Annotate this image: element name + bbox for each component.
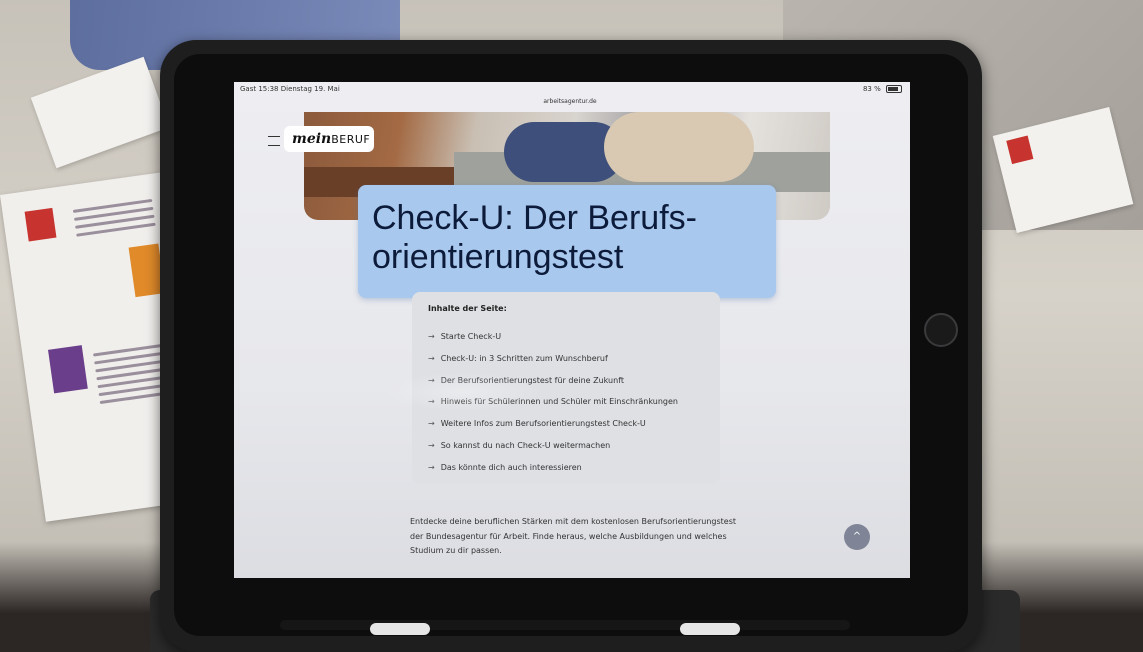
- logo-beruf: BERUF: [331, 133, 371, 146]
- toc-heading: Inhalte der Seite:: [428, 304, 507, 313]
- chevron-up-icon: ^: [852, 531, 862, 542]
- battery-icon: [886, 85, 902, 93]
- flyer-red-block: [24, 207, 57, 242]
- screen-glare: [384, 372, 544, 412]
- intro-paragraph: Entdecke deine beruflichen Stärken mit d…: [410, 517, 737, 555]
- toc-item[interactable]: → Das könnte dich auch interessieren: [428, 457, 718, 479]
- arrow-icon: →: [428, 332, 435, 341]
- hero-person: [604, 112, 754, 182]
- case-slot: [370, 623, 430, 635]
- arrow-icon: →: [428, 353, 435, 363]
- status-bar: Gast 15:38 Dienstag 19. Mai 83 %: [234, 82, 910, 96]
- status-time: Gast 15:38 Dienstag 19. Mai: [240, 85, 340, 93]
- status-indicators: 83 %: [863, 82, 902, 96]
- address-bar[interactable]: arbeitsagentur.de: [530, 96, 610, 107]
- hamburger-icon[interactable]: [268, 136, 280, 146]
- arrow-icon: →: [428, 419, 435, 429]
- toc-item[interactable]: → So kannst du nach Check-U weitermachen: [428, 435, 718, 457]
- logo-mein: mein: [292, 131, 332, 147]
- page-title: Check-U: Der Berufs-orientierungstest: [372, 199, 697, 276]
- battery-percent: 83 %: [862, 85, 881, 93]
- toc-item-label: So kannst du nach Check-U weitermachen: [440, 440, 611, 450]
- tablet-screen: Gast 15:38 Dienstag 19. Mai 83 % arbeits…: [234, 82, 910, 578]
- title-card: Check-U: Der Berufs-orientierungstest: [358, 185, 776, 298]
- case-slot: [680, 623, 740, 635]
- flyer-text-lines: [72, 194, 156, 242]
- arrow-icon: →: [428, 462, 435, 472]
- home-button[interactable]: [924, 313, 958, 347]
- toc-item-label: Das könnte dich auch interessieren: [440, 462, 582, 472]
- flyer-red-block: [1006, 135, 1034, 165]
- toc-item[interactable]: → Starte Check-U: [428, 326, 718, 348]
- logo-meinberuf[interactable]: meinBERUF: [284, 126, 374, 152]
- toc-item[interactable]: → Weitere Infos zum Berufsorientierungste…: [428, 413, 718, 435]
- toc-item-label: Weitere Infos zum Berufsorientierungstes…: [440, 419, 646, 429]
- arrow-icon: →: [428, 440, 435, 450]
- toc-item-label: Check-U: in 3 Schritten zum Wunschberuf: [440, 353, 608, 363]
- flyer-purple-block: [48, 345, 88, 394]
- pencil: [280, 620, 850, 630]
- toc-item[interactable]: → Check-U: in 3 Schritten zum Wunschberuf: [428, 348, 718, 370]
- scroll-up-button[interactable]: ^: [844, 524, 870, 550]
- toc-item-label: Starte Check-U: [440, 332, 502, 341]
